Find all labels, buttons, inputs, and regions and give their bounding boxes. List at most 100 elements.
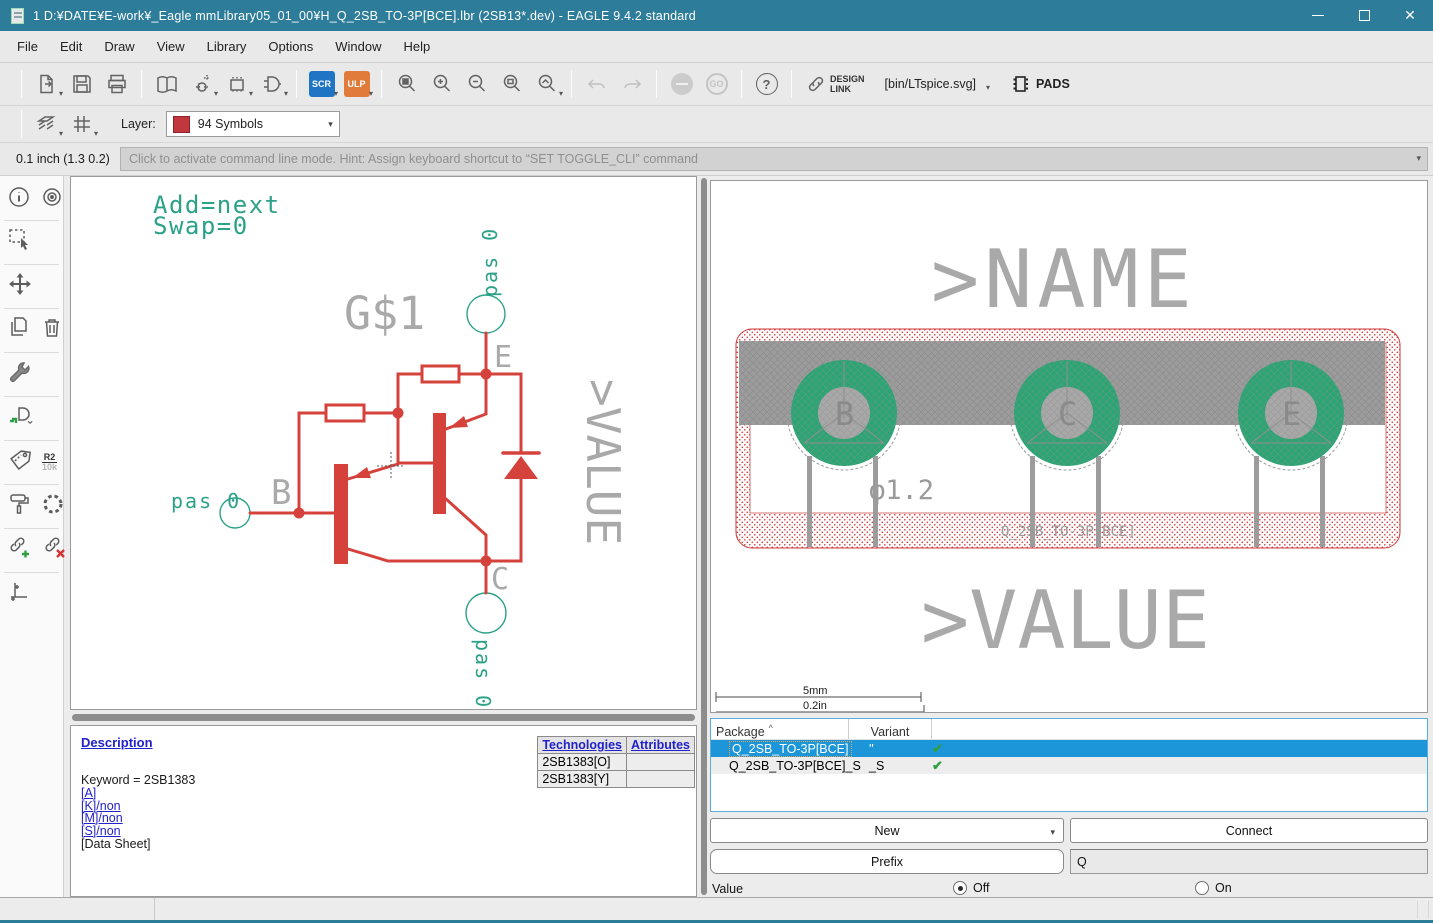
table-row[interactable]: Q_2SB_TO-3P[BCE]_S _S ✔	[711, 757, 1427, 774]
design-link-button[interactable]: DESIGN LINK	[807, 74, 865, 94]
menu-draw[interactable]: Draw	[93, 35, 145, 58]
value-on-radio[interactable]: On	[1195, 881, 1232, 895]
save-button[interactable]	[65, 68, 98, 100]
description-link[interactable]: Description	[81, 735, 153, 750]
package-canvas[interactable]: >NAME B C E φ1.2 Q_2SB_TO-3P[BCE] >VALUE…	[710, 180, 1428, 713]
ltspice-dropdown[interactable]: [bin/LTspice.svg] ▾	[879, 74, 990, 94]
symbol-column: Add=next Swap=0 G$1 >VALUE E B C pas 0 p…	[70, 176, 697, 897]
attribute-cell[interactable]	[625, 770, 696, 788]
print-button[interactable]	[100, 68, 133, 100]
vertical-splitter[interactable]	[697, 176, 710, 897]
edit-symbol-button[interactable]: ▾	[185, 68, 218, 100]
value-on-label: On	[1215, 881, 1232, 895]
technology-cell[interactable]: 2SB1383[Y]	[537, 770, 627, 788]
chevron-down-icon: ▾	[558, 89, 563, 98]
edit-device-button[interactable]: ▾	[255, 68, 288, 100]
zoom-redraw-button[interactable]: ▾	[530, 68, 563, 100]
splitter-handle	[72, 714, 695, 721]
dimension-tool-button[interactable]	[7, 579, 33, 610]
pads-icon	[1013, 76, 1028, 92]
package-name: Q_2SB_TO-3P[BCE]	[729, 740, 852, 757]
close-button[interactable]: ✕	[1387, 0, 1433, 31]
link-add-tool-button[interactable]	[7, 535, 33, 566]
maximize-icon	[1358, 10, 1370, 21]
technology-cell[interactable]: 2SB1383[O]	[537, 753, 627, 771]
select-group-tool-button[interactable]	[7, 227, 33, 258]
menu-window[interactable]: Window	[324, 35, 392, 58]
help-button[interactable]: ?	[750, 68, 783, 100]
connect-button[interactable]: Connect	[1070, 818, 1428, 843]
layers-icon	[36, 116, 55, 130]
menu-library[interactable]: Library	[196, 35, 258, 58]
group-tool-button[interactable]	[40, 491, 66, 522]
desc-link-m[interactable]: [M]/non	[81, 812, 686, 825]
library-table-button[interactable]	[150, 68, 183, 100]
undo-button[interactable]	[580, 68, 613, 100]
value-off-radio[interactable]: Off	[953, 881, 989, 895]
chevron-down-icon: ▾	[283, 89, 288, 98]
horizontal-splitter[interactable]	[70, 710, 697, 725]
variant-column-header[interactable]: Variant	[849, 719, 932, 739]
zoom-out-button[interactable]	[460, 68, 493, 100]
pad-label-b: B	[835, 395, 854, 433]
info-tool-button[interactable]	[7, 185, 31, 214]
grid-button[interactable]: ▾	[65, 108, 98, 140]
zoom-in-button[interactable]	[425, 68, 458, 100]
menu-file[interactable]: File	[6, 35, 49, 58]
edit-package-button[interactable]: ▾	[220, 68, 253, 100]
menu-help[interactable]: Help	[392, 35, 441, 58]
undo-icon	[587, 79, 605, 89]
ulp-button[interactable]: ULP ▾	[340, 68, 373, 100]
add-gate-icon	[10, 407, 33, 425]
show-tool-button[interactable]	[40, 185, 64, 214]
zoom-fit-button[interactable]	[390, 68, 423, 100]
maximize-button[interactable]	[1341, 0, 1387, 31]
marquee-select-icon	[9, 229, 28, 250]
symbol-canvas[interactable]: Add=next Swap=0 G$1 >VALUE E B C pas 0 p…	[70, 176, 697, 710]
zoom-select-button[interactable]	[495, 68, 528, 100]
prefix-button[interactable]: Prefix	[710, 849, 1064, 874]
toolbar-separator	[21, 110, 22, 138]
package-column-header[interactable]: Package ^	[711, 719, 849, 739]
technologies-header[interactable]: Technologies	[537, 736, 627, 754]
pads: B C E	[786, 355, 1349, 471]
delete-tool-button[interactable]	[40, 315, 64, 346]
script-button[interactable]: SCR ▾	[305, 68, 338, 100]
open-library-button[interactable]: ▾	[30, 68, 63, 100]
copy-tool-button[interactable]	[7, 315, 31, 346]
menu-view[interactable]: View	[146, 35, 196, 58]
symbol-icon	[195, 75, 210, 92]
toolbar-separator	[791, 70, 792, 98]
description-panel[interactable]: Description Keyword = 2SB1383 [A] [K]/no…	[70, 725, 697, 897]
paint-tool-button[interactable]	[7, 491, 31, 522]
command-line-input[interactable]	[120, 147, 1428, 171]
value-tool-button[interactable]: R2 10k	[42, 453, 58, 472]
attribute-cell[interactable]	[625, 753, 696, 771]
redo-button[interactable]	[615, 68, 648, 100]
sidebar-divider	[4, 220, 59, 221]
pads-button[interactable]: PADS	[1010, 73, 1070, 95]
stop-button[interactable]	[665, 68, 698, 100]
change-tool-button[interactable]	[7, 359, 33, 390]
name-tool-button[interactable]	[7, 447, 33, 478]
chevron-down-icon[interactable]: ▾	[1416, 153, 1421, 164]
minimize-button[interactable]	[1295, 0, 1341, 31]
desc-link-s[interactable]: [S]/non	[81, 824, 686, 838]
resize-grip[interactable]	[1417, 901, 1429, 918]
dimension-icon	[11, 583, 27, 601]
new-package-button[interactable]: New ▾	[710, 818, 1064, 843]
desc-link-k[interactable]: [K]/non	[81, 799, 686, 813]
add-gate-tool-button[interactable]	[7, 403, 37, 434]
menu-edit[interactable]: Edit	[49, 35, 93, 58]
pin-dir-left: pas 0	[171, 489, 241, 513]
go-button[interactable]: GO	[700, 68, 733, 100]
table-row[interactable]: Q_2SB_TO-3P[BCE] '' ✔	[711, 740, 1427, 757]
attributes-header[interactable]: Attributes	[625, 736, 696, 754]
move-tool-button[interactable]	[7, 271, 33, 302]
menu-options[interactable]: Options	[257, 35, 324, 58]
desc-link-a[interactable]: [A]	[81, 787, 686, 800]
layer-settings-button[interactable]: ▾	[30, 108, 63, 140]
layer-select[interactable]: 94 Symbols ▾	[165, 111, 340, 137]
link-remove-tool-button[interactable]	[42, 535, 68, 566]
printer-icon	[107, 74, 126, 94]
